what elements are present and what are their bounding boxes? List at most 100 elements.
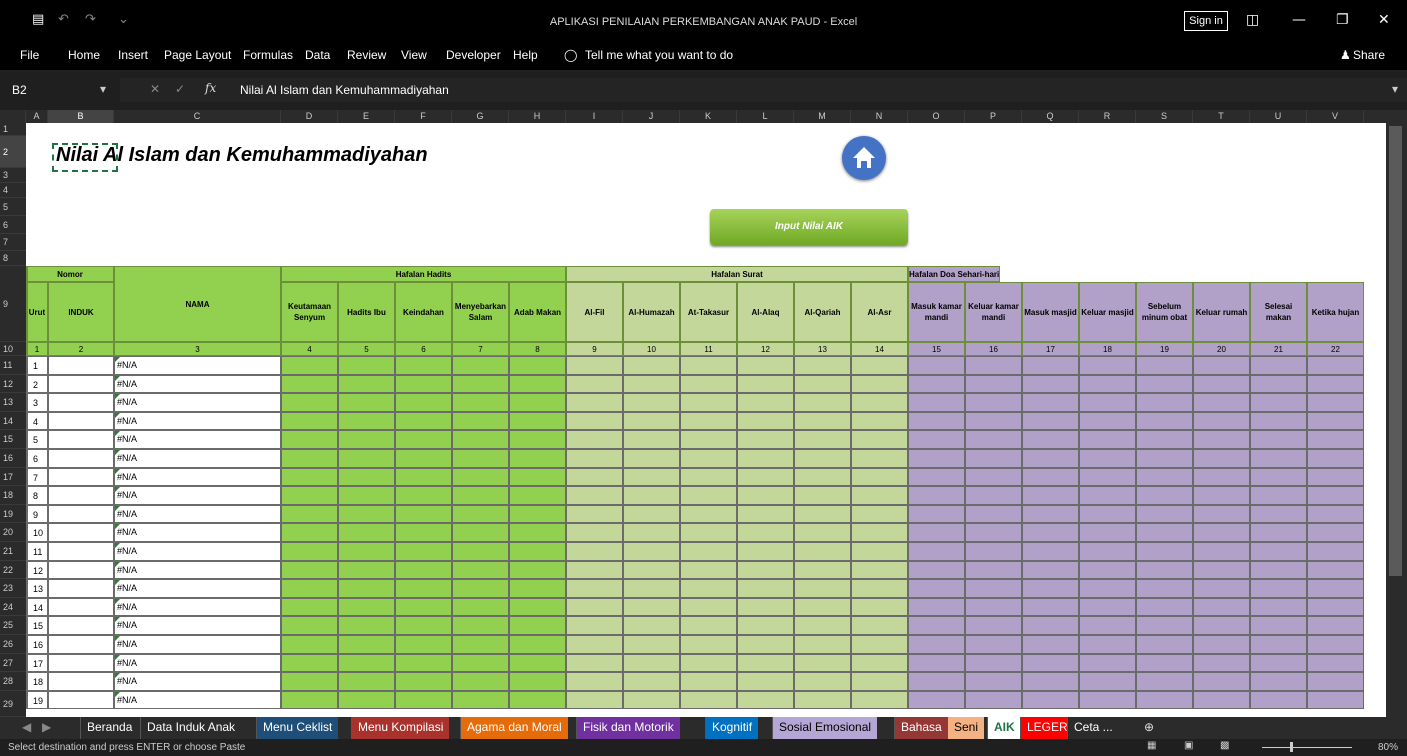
score-cell[interactable]	[338, 523, 395, 542]
score-cell[interactable]	[566, 635, 623, 654]
induk-cell[interactable]	[48, 616, 114, 635]
score-cell[interactable]	[908, 579, 965, 598]
score-cell[interactable]	[1193, 560, 1250, 580]
score-cell[interactable]	[680, 449, 737, 468]
score-cell[interactable]	[1250, 467, 1307, 487]
score-cell[interactable]	[737, 690, 794, 710]
score-cell[interactable]	[566, 393, 623, 412]
vertical-scrollbar[interactable]	[1386, 110, 1407, 717]
urut-cell[interactable]: 7	[26, 467, 48, 487]
score-cell[interactable]	[338, 356, 395, 375]
score-cell[interactable]	[1079, 356, 1136, 375]
score-cell[interactable]	[908, 560, 965, 580]
nama-cell[interactable]: #N/A	[114, 393, 281, 412]
score-cell[interactable]	[566, 653, 623, 673]
score-cell[interactable]	[452, 523, 509, 542]
column-header[interactable]: N	[851, 110, 908, 123]
minimize-icon[interactable]: —	[1292, 12, 1306, 28]
score-cell[interactable]	[965, 653, 1022, 673]
score-cell[interactable]	[737, 560, 794, 580]
score-cell[interactable]	[794, 635, 851, 654]
score-cell[interactable]	[452, 542, 509, 561]
row-header[interactable]: 18	[0, 486, 26, 505]
score-cell[interactable]	[908, 430, 965, 449]
close-icon[interactable]: ✕	[1378, 12, 1390, 28]
score-cell[interactable]	[908, 635, 965, 654]
score-cell[interactable]	[338, 393, 395, 412]
score-cell[interactable]	[566, 560, 623, 580]
column-header[interactable]: Q	[1022, 110, 1079, 123]
score-cell[interactable]	[281, 393, 338, 412]
score-cell[interactable]	[737, 616, 794, 635]
score-cell[interactable]	[623, 616, 680, 635]
score-cell[interactable]	[737, 486, 794, 505]
score-cell[interactable]	[26, 486, 28, 505]
tab-home[interactable]: Home	[68, 48, 100, 62]
tab-data[interactable]: Data	[305, 48, 330, 62]
score-cell[interactable]	[1136, 374, 1193, 394]
nama-cell[interactable]: #N/A	[114, 449, 281, 468]
score-cell[interactable]	[1079, 635, 1136, 654]
tab-insert[interactable]: Insert	[118, 48, 148, 62]
nama-cell[interactable]: #N/A	[114, 690, 281, 710]
urut-cell[interactable]: 18	[26, 672, 48, 691]
selected-cell[interactable]	[52, 143, 118, 172]
score-cell[interactable]	[851, 616, 908, 635]
score-cell[interactable]	[26, 616, 28, 635]
score-cell[interactable]	[623, 597, 680, 617]
score-cell[interactable]	[26, 467, 28, 487]
induk-cell[interactable]	[48, 393, 114, 412]
score-cell[interactable]	[281, 542, 338, 561]
induk-cell[interactable]	[48, 411, 114, 431]
row-header[interactable]: 17	[0, 468, 26, 487]
induk-cell[interactable]	[48, 579, 114, 598]
score-cell[interactable]	[1193, 430, 1250, 449]
score-cell[interactable]	[680, 523, 737, 542]
corner-cell[interactable]	[0, 110, 26, 123]
row-header[interactable]: 8	[0, 251, 26, 266]
row-header[interactable]: 4	[0, 183, 26, 198]
score-cell[interactable]	[281, 356, 338, 375]
score-cell[interactable]	[452, 653, 509, 673]
score-cell[interactable]	[794, 653, 851, 673]
column-header[interactable]: T	[1193, 110, 1250, 123]
score-cell[interactable]	[623, 635, 680, 654]
induk-cell[interactable]	[48, 542, 114, 561]
score-cell[interactable]	[1193, 616, 1250, 635]
score-cell[interactable]	[908, 356, 965, 375]
score-cell[interactable]	[794, 430, 851, 449]
score-cell[interactable]	[26, 449, 28, 468]
score-cell[interactable]	[281, 690, 338, 710]
row-header[interactable]: 16	[0, 449, 26, 468]
score-cell[interactable]	[1079, 449, 1136, 468]
row-header[interactable]: 23	[0, 579, 26, 598]
home-button[interactable]	[842, 136, 886, 180]
sheet-tab[interactable]: Kognitif	[705, 717, 759, 739]
score-cell[interactable]	[965, 542, 1022, 561]
score-cell[interactable]	[737, 449, 794, 468]
score-cell[interactable]	[566, 597, 623, 617]
row-header[interactable]: 6	[0, 216, 26, 234]
score-cell[interactable]	[1250, 449, 1307, 468]
score-cell[interactable]	[851, 579, 908, 598]
tab-file[interactable]: File	[20, 48, 39, 62]
row-header[interactable]: 3	[0, 168, 26, 183]
score-cell[interactable]	[1250, 542, 1307, 561]
score-cell[interactable]	[1136, 597, 1193, 617]
score-cell[interactable]	[509, 542, 566, 561]
score-cell[interactable]	[281, 486, 338, 505]
score-cell[interactable]	[509, 449, 566, 468]
column-header[interactable]: P	[965, 110, 1022, 123]
score-cell[interactable]	[1136, 486, 1193, 505]
sheet-tab[interactable]: Menu Kompilasi	[351, 717, 450, 739]
row-header[interactable]: 25	[0, 616, 26, 635]
sheet-tab[interactable]: Bahasa	[894, 717, 948, 739]
score-cell[interactable]	[26, 356, 28, 375]
sheet-tab[interactable]: Fisik dan Motorik	[576, 717, 680, 739]
row-header[interactable]: 24	[0, 598, 26, 617]
row-header[interactable]: 13	[0, 393, 26, 412]
induk-cell[interactable]	[48, 597, 114, 617]
score-cell[interactable]	[26, 579, 28, 598]
score-cell[interactable]	[908, 542, 965, 561]
score-cell[interactable]	[338, 430, 395, 449]
